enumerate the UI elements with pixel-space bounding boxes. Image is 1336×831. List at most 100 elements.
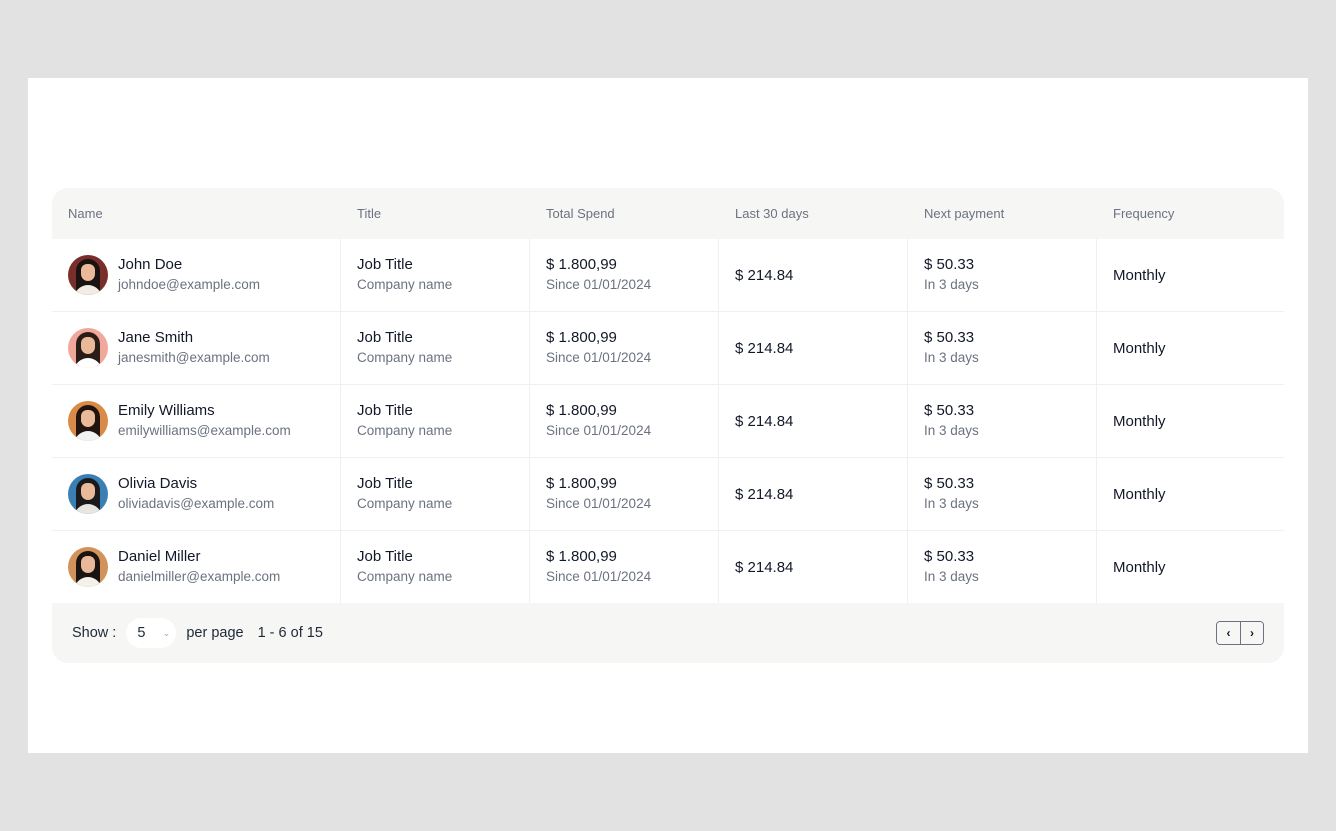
next-payment-cell: $ 50.33 In 3 days (908, 385, 1097, 457)
table-row[interactable]: Daniel Miller danielmiller@example.com J… (52, 531, 1284, 603)
avatar (68, 474, 108, 514)
total-spend: $ 1.800,99 (546, 475, 617, 492)
company-name: Company name (357, 423, 453, 438)
table-row[interactable]: John Doe johndoe@example.com Job Title C… (52, 239, 1284, 312)
last-30-days-amount: $ 214.84 (735, 266, 794, 284)
pagination-controls: ‹ › (1216, 621, 1264, 645)
last-30-days-cell: $ 214.84 (719, 385, 908, 457)
total-spend-cell: $ 1.800,99 Since 01/01/2024 (530, 312, 719, 384)
next-payment-cell: $ 50.33 In 3 days (908, 239, 1097, 311)
last-30-days-amount: $ 214.84 (735, 412, 794, 430)
name-cell: John Doe johndoe@example.com (52, 239, 341, 311)
customer-email: emilywilliams@example.com (118, 423, 291, 438)
since-date: Since 01/01/2024 (546, 350, 652, 365)
title-cell: Job Title Company name (341, 312, 530, 384)
job-title: Job Title (357, 402, 413, 419)
customer-email: janesmith@example.com (118, 350, 270, 365)
name-cell: Emily Williams emilywilliams@example.com (52, 385, 341, 457)
column-header-last-30-days[interactable]: Last 30 days (719, 206, 908, 221)
frequency: Monthly (1113, 266, 1166, 284)
next-payment-cell: $ 50.33 In 3 days (908, 458, 1097, 530)
next-payment-cell: $ 50.33 In 3 days (908, 531, 1097, 603)
total-spend-cell: $ 1.800,99 Since 01/01/2024 (530, 531, 719, 603)
last-30-days-amount: $ 214.84 (735, 558, 794, 576)
per-page-select[interactable]: 5 ⌄ (126, 618, 177, 648)
table-row[interactable]: Emily Williams emilywilliams@example.com… (52, 385, 1284, 458)
avatar (68, 328, 108, 368)
per-page-label: per page (186, 625, 244, 641)
table-footer: Show : 5 ⌄ per page 1 - 6 of 15 ‹ › (52, 603, 1284, 663)
frequency-cell: Monthly (1097, 458, 1284, 530)
customer-name: Olivia Davis (118, 475, 198, 492)
total-spend-cell: $ 1.800,99 Since 01/01/2024 (530, 385, 719, 457)
next-payment-due: In 3 days (924, 569, 979, 584)
name-cell: Daniel Miller danielmiller@example.com (52, 531, 341, 603)
column-header-next-payment[interactable]: Next payment (908, 206, 1097, 221)
frequency-cell: Monthly (1097, 239, 1284, 311)
frequency: Monthly (1113, 485, 1166, 503)
chevron-left-icon: ‹ (1226, 626, 1231, 640)
customer-name: Jane Smith (118, 329, 194, 346)
customer-email: johndoe@example.com (118, 277, 261, 292)
title-cell: Job Title Company name (341, 531, 530, 603)
last-30-days-cell: $ 214.84 (719, 239, 908, 311)
column-header-title[interactable]: Title (341, 206, 530, 221)
job-title: Job Title (357, 329, 413, 346)
title-cell: Job Title Company name (341, 239, 530, 311)
customer-name: John Doe (118, 256, 183, 273)
next-payment-due: In 3 days (924, 350, 979, 365)
table-row[interactable]: Olivia Davis oliviadavis@example.com Job… (52, 458, 1284, 531)
last-30-days-amount: $ 214.84 (735, 485, 794, 503)
avatar (68, 547, 108, 587)
last-30-days-cell: $ 214.84 (719, 312, 908, 384)
total-spend-cell: $ 1.800,99 Since 01/01/2024 (530, 458, 719, 530)
customer-email: oliviadavis@example.com (118, 496, 275, 511)
job-title: Job Title (357, 548, 413, 565)
title-cell: Job Title Company name (341, 458, 530, 530)
previous-page-button[interactable]: ‹ (1217, 622, 1240, 644)
total-spend: $ 1.800,99 (546, 256, 617, 273)
column-header-name[interactable]: Name (52, 206, 341, 221)
pagination-range: 1 - 6 of 15 (257, 625, 323, 641)
job-title: Job Title (357, 475, 413, 492)
job-title: Job Title (357, 256, 413, 273)
name-cell: Jane Smith janesmith@example.com (52, 312, 341, 384)
per-page-value: 5 (137, 625, 146, 641)
column-header-total-spend[interactable]: Total Spend (530, 206, 719, 221)
next-payment-amount: $ 50.33 (924, 548, 975, 565)
total-spend: $ 1.800,99 (546, 548, 617, 565)
next-page-button[interactable]: › (1240, 622, 1263, 644)
frequency: Monthly (1113, 339, 1166, 357)
next-payment-amount: $ 50.33 (924, 256, 975, 273)
table-body: John Doe johndoe@example.com Job Title C… (52, 239, 1284, 603)
column-header-frequency[interactable]: Frequency (1097, 206, 1284, 221)
total-spend: $ 1.800,99 (546, 402, 617, 419)
frequency: Monthly (1113, 412, 1166, 430)
next-payment-due: In 3 days (924, 423, 979, 438)
frequency-cell: Monthly (1097, 531, 1284, 603)
company-name: Company name (357, 496, 453, 511)
frequency-cell: Monthly (1097, 312, 1284, 384)
show-label: Show : (72, 625, 117, 641)
company-name: Company name (357, 277, 453, 292)
company-name: Company name (357, 569, 453, 584)
next-payment-due: In 3 days (924, 277, 979, 292)
frequency-cell: Monthly (1097, 385, 1284, 457)
table-row[interactable]: Jane Smith janesmith@example.com Job Tit… (52, 312, 1284, 385)
next-payment-amount: $ 50.33 (924, 402, 975, 419)
chevron-down-icon: ⌄ (162, 627, 171, 638)
next-payment-amount: $ 50.33 (924, 329, 975, 346)
page-canvas: Name Title Total Spend Last 30 days Next… (28, 78, 1308, 753)
chevron-right-icon: › (1250, 626, 1254, 640)
since-date: Since 01/01/2024 (546, 277, 652, 292)
since-date: Since 01/01/2024 (546, 423, 652, 438)
title-cell: Job Title Company name (341, 385, 530, 457)
customer-email: danielmiller@example.com (118, 569, 281, 584)
company-name: Company name (357, 350, 453, 365)
since-date: Since 01/01/2024 (546, 496, 652, 511)
next-payment-cell: $ 50.33 In 3 days (908, 312, 1097, 384)
customer-name: Daniel Miller (118, 548, 201, 565)
name-cell: Olivia Davis oliviadavis@example.com (52, 458, 341, 530)
avatar (68, 401, 108, 441)
customer-name: Emily Williams (118, 402, 215, 419)
